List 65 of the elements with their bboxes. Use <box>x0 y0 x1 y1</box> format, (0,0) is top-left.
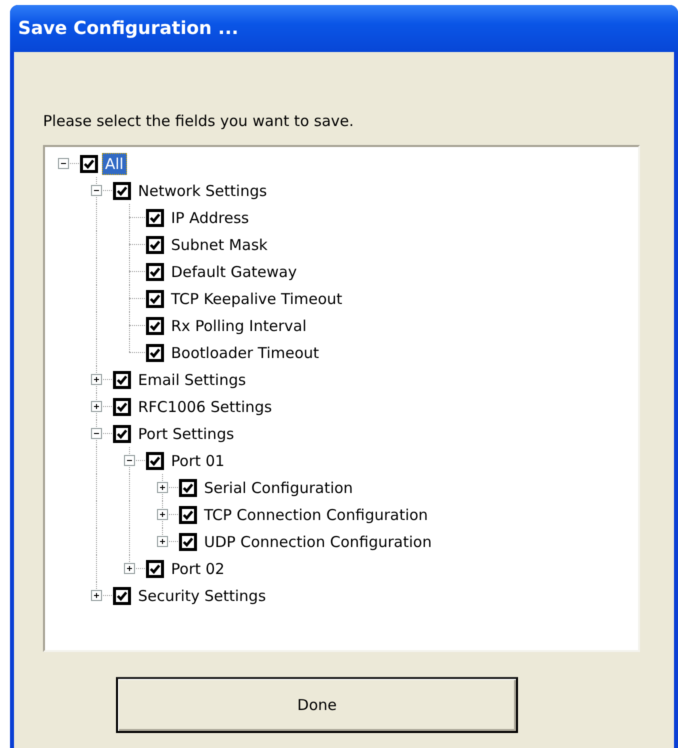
checkbox[interactable] <box>113 370 131 388</box>
expand-toggle[interactable] <box>91 401 102 412</box>
check-icon <box>149 562 161 574</box>
check-icon <box>83 158 95 170</box>
tree-item[interactable]: Security Settings <box>135 584 269 606</box>
tree-item[interactable]: Port 01 <box>168 450 228 472</box>
check-icon <box>149 212 161 224</box>
expand-toggle[interactable] <box>91 428 102 439</box>
tree-item[interactable]: Default Gateway <box>168 260 300 282</box>
checkbox[interactable] <box>146 344 164 362</box>
tree-item[interactable]: RFC1006 Settings <box>135 396 275 418</box>
tree-item[interactable]: TCP Keepalive Timeout <box>168 288 346 310</box>
check-icon <box>149 292 161 304</box>
tree-item[interactable]: Bootloader Timeout <box>168 342 322 364</box>
tree-item[interactable]: UDP Connection Configuration <box>201 530 435 552</box>
expand-toggle[interactable] <box>91 374 102 385</box>
expand-toggle[interactable] <box>124 455 135 466</box>
check-icon <box>116 184 128 196</box>
tree-item[interactable]: IP Address <box>168 206 252 228</box>
checkbox[interactable] <box>146 560 164 578</box>
window-title: Save Configuration ... <box>18 18 239 39</box>
check-icon <box>149 238 161 250</box>
expand-toggle[interactable] <box>124 563 135 574</box>
checkbox[interactable] <box>146 452 164 470</box>
tree-item[interactable]: Subnet Mask <box>168 234 271 256</box>
check-icon <box>149 454 161 466</box>
tree-item[interactable]: Port Settings <box>135 422 238 444</box>
checkbox[interactable] <box>80 154 98 172</box>
done-button[interactable]: Done <box>116 677 518 733</box>
expand-toggle[interactable] <box>157 536 168 547</box>
tree-item[interactable]: Rx Polling Interval <box>168 314 310 336</box>
instruction-text: Please select the fields you want to save. <box>43 111 355 130</box>
checkbox[interactable] <box>113 586 131 604</box>
checkbox[interactable] <box>146 290 164 308</box>
checkbox[interactable] <box>146 262 164 280</box>
expand-toggle[interactable] <box>157 509 168 520</box>
checkbox[interactable] <box>113 182 131 200</box>
tree-item[interactable]: Serial Configuration <box>201 476 356 498</box>
checkbox[interactable] <box>146 316 164 334</box>
check-icon <box>116 374 128 386</box>
checkbox[interactable] <box>179 532 197 550</box>
check-icon <box>182 482 194 494</box>
tree-item[interactable]: TCP Connection Configuration <box>201 504 431 526</box>
check-icon <box>116 400 128 412</box>
expand-toggle[interactable] <box>157 482 168 493</box>
check-icon <box>116 590 128 602</box>
expand-toggle[interactable] <box>58 158 69 169</box>
checkbox[interactable] <box>113 398 131 416</box>
tree-item[interactable]: Email Settings <box>135 368 249 390</box>
checkbox[interactable] <box>146 236 164 254</box>
check-icon <box>182 536 194 548</box>
checkbox[interactable] <box>113 424 131 442</box>
checkbox[interactable] <box>179 478 197 496</box>
tree-item[interactable]: All <box>102 152 127 174</box>
check-icon <box>149 320 161 332</box>
tree-item[interactable]: Network Settings <box>135 180 270 202</box>
expand-toggle[interactable] <box>91 185 102 196</box>
check-icon <box>116 428 128 440</box>
check-icon <box>182 508 194 520</box>
checkbox[interactable] <box>146 208 164 226</box>
check-icon <box>149 346 161 358</box>
expand-toggle[interactable] <box>91 590 102 601</box>
checkbox[interactable] <box>179 506 197 524</box>
check-icon <box>149 266 161 278</box>
tree-item[interactable]: Port 02 <box>168 558 228 580</box>
